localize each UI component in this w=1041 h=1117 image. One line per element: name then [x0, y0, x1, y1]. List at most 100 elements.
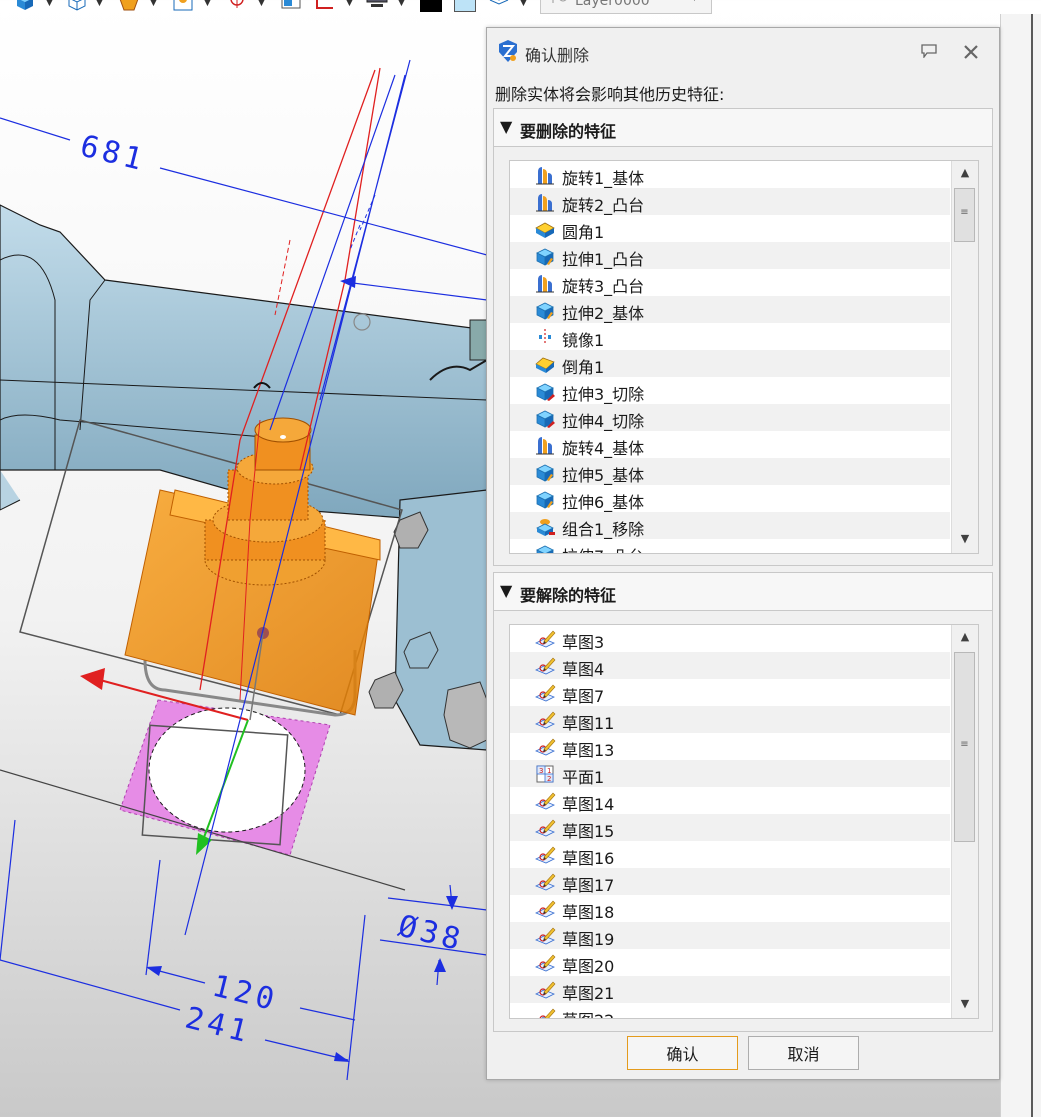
confirm-button[interactable]: 确认 [627, 1036, 738, 1070]
feature-label: 拉伸6_基体 [562, 493, 645, 512]
black-color-icon[interactable] [420, 0, 442, 12]
feature-list-item[interactable]: 组合1_移除 [510, 512, 950, 539]
feature-list-item[interactable]: 草图19 [510, 922, 950, 949]
feature-list-item[interactable]: 草图17 [510, 868, 950, 895]
feature-label: 草图21 [562, 984, 615, 1003]
feature-label: 拉伸4_切除 [562, 412, 645, 431]
feature-list-item[interactable]: 草图7 [510, 679, 950, 706]
layer-select[interactable]: Layer0000 ▼ [540, 0, 712, 14]
delete-list-scrollbar[interactable]: ▲ ≡ ▼ [951, 161, 978, 553]
extrude-cut-icon [534, 407, 556, 429]
view-icon[interactable] [172, 0, 194, 12]
release-list-scrollbar[interactable]: ▲ ≡ ▼ [951, 625, 978, 1018]
revolve-icon [534, 434, 556, 456]
feature-label: 旋转2_凸台 [562, 196, 645, 215]
feature-label: 拉伸1_凸台 [562, 250, 645, 269]
feature-label: 草图11 [562, 714, 615, 733]
sketch-icon [534, 790, 556, 812]
feature-list-item[interactable]: 草图4 [510, 652, 950, 679]
feature-list-item[interactable]: 拉伸1_凸台 [510, 242, 950, 269]
feature-list-item[interactable]: 旋转4_基体 [510, 431, 950, 458]
feature-list-item[interactable]: 草图16 [510, 841, 950, 868]
feature-list-item[interactable]: 旋转3_凸台 [510, 269, 950, 296]
release-features-list[interactable]: 草图3 草图4 草图7 草图11 草图13 平面1 草图14 草图15 草图16 草图17 草图18… [509, 624, 979, 1019]
feature-list-item[interactable]: 草图15 [510, 814, 950, 841]
dropdown-arrow-icon[interactable]: ▼ [46, 0, 53, 8]
feature-label: 草图13 [562, 741, 615, 760]
feature-list-item[interactable]: 拉伸3_切除 [510, 377, 950, 404]
feature-label: 圆角1 [562, 223, 605, 242]
sketch-icon [534, 817, 556, 839]
layers-icon[interactable] [488, 0, 510, 12]
dropdown-arrow-icon[interactable]: ▼ [96, 0, 103, 8]
feature-label: 草图19 [562, 930, 615, 949]
cancel-button[interactable]: 取消 [748, 1036, 859, 1070]
delete-section-header[interactable]: ▼ 要删除的特征 [494, 109, 992, 147]
polyhedron-icon[interactable] [118, 0, 140, 12]
scroll-thumb[interactable]: ≡ [954, 652, 975, 842]
snap-icon[interactable] [226, 0, 248, 12]
dropdown-arrow-icon[interactable]: ▼ [258, 0, 265, 8]
feature-list-item[interactable]: 草图21 [510, 976, 950, 1003]
dialog-title-bar[interactable]: 确认删除 [487, 28, 999, 76]
model-viewport[interactable]: 681 120 241 Ø38 [0, 14, 487, 1117]
feature-list-item[interactable]: 草图14 [510, 787, 950, 814]
delete-section-title: 要删除的特征 [520, 122, 617, 141]
layer-state-icon [552, 0, 567, 3]
feedback-icon[interactable] [921, 44, 937, 58]
toolbar: ▼ ▼ ▼ ▼ ▼ ▼ ▼ ▼ Layer0000 ▼ [0, 0, 1041, 14]
dropdown-arrow-icon[interactable]: ▼ [346, 0, 353, 8]
dropdown-arrow-icon[interactable]: ▼ [398, 0, 405, 8]
delete-features-section: ▼ 要删除的特征 旋转1_基体旋转2_凸台 圆角1 拉伸1_凸台 旋转3_凸台 拉伸2_… [493, 108, 993, 566]
dropdown-arrow-icon[interactable]: ▼ [204, 0, 211, 8]
feature-list-item[interactable]: 旋转1_基体 [510, 161, 950, 188]
feature-list-item[interactable]: 拉伸5_基体 [510, 458, 950, 485]
feature-list-item[interactable]: 倒角1 [510, 350, 950, 377]
feature-list-item[interactable]: 草图20 [510, 949, 950, 976]
scroll-up-icon[interactable]: ▲ [952, 625, 978, 649]
feature-list-item[interactable]: 草图22 [510, 1003, 950, 1018]
display-icon[interactable] [366, 0, 388, 12]
dropdown-arrow-icon[interactable]: ▼ [150, 0, 157, 8]
feature-list-item[interactable]: 镜像1 [510, 323, 950, 350]
feature-list-item[interactable]: 平面1 [510, 760, 950, 787]
feature-label: 草图17 [562, 876, 615, 895]
solid-cube-icon[interactable] [14, 0, 36, 12]
feature-list-item[interactable]: 草图3 [510, 625, 950, 652]
feature-label: 草图22 [562, 1007, 614, 1018]
feature-label: 草图20 [562, 957, 615, 976]
collapse-triangle-icon[interactable]: ▼ [500, 117, 512, 136]
light-blue-color-icon[interactable] [454, 0, 476, 12]
measure-icon[interactable] [314, 0, 336, 12]
release-section-header[interactable]: ▼ 要解除的特征 [494, 573, 992, 611]
feature-label: 镜像1 [562, 331, 605, 350]
feature-label: 倒角1 [562, 358, 605, 377]
mirror-icon [534, 326, 556, 348]
feature-label: 拉伸5_基体 [562, 466, 645, 485]
close-icon[interactable] [963, 44, 979, 60]
feature-label: 草图4 [562, 660, 605, 679]
sketch-icon [534, 628, 556, 650]
scroll-thumb[interactable]: ≡ [954, 188, 975, 242]
feature-list-item[interactable]: 拉伸4_切除 [510, 404, 950, 431]
feature-list-item[interactable]: 拉伸6_基体 [510, 485, 950, 512]
feature-list-item[interactable]: 圆角1 [510, 215, 950, 242]
feature-list-item[interactable]: 旋转2_凸台 [510, 188, 950, 215]
delete-features-list[interactable]: 旋转1_基体 旋转2_凸台 圆角1 拉伸1_凸台 旋转3_凸台 拉伸2_基体 镜像1 倒角1 拉… [509, 160, 979, 554]
dropdown-arrow-icon[interactable]: ▼ [520, 0, 527, 8]
feature-label: 旋转3_凸台 [562, 277, 645, 296]
scroll-up-icon[interactable]: ▲ [952, 161, 978, 185]
window-edge [1031, 14, 1033, 1117]
collapse-triangle-icon[interactable]: ▼ [500, 581, 512, 600]
feature-list-item[interactable]: 草图13 [510, 733, 950, 760]
feature-list-item[interactable]: 草图18 [510, 895, 950, 922]
revolve-icon [534, 272, 556, 294]
scroll-down-icon[interactable]: ▼ [952, 992, 978, 1016]
feature-list-item[interactable]: 拉伸7_凸台 [510, 539, 950, 553]
feature-list-item[interactable]: 草图11 [510, 706, 950, 733]
feature-list-item[interactable]: 拉伸2_基体 [510, 296, 950, 323]
dialog-title: 确认删除 [525, 46, 590, 65]
frame-icon[interactable] [280, 0, 302, 12]
scroll-down-icon[interactable]: ▼ [952, 527, 978, 551]
wire-cube-icon[interactable] [66, 0, 88, 12]
